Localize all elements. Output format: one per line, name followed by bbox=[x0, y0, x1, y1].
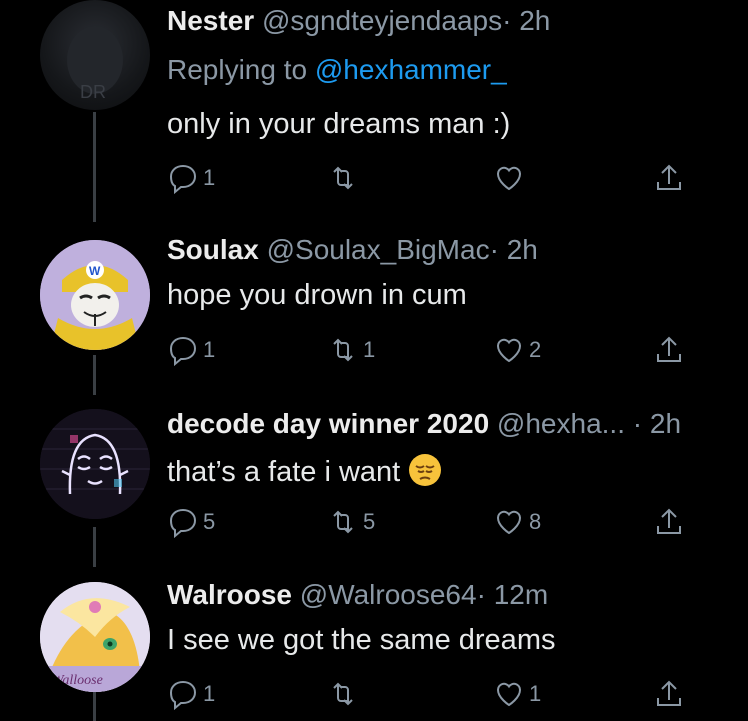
reply-button[interactable]: 1 bbox=[167, 676, 215, 712]
tweet-actions: 5 5 8 bbox=[167, 504, 707, 540]
share-icon bbox=[657, 680, 681, 706]
share-button[interactable] bbox=[653, 504, 685, 540]
reply-count: 1 bbox=[203, 681, 216, 706]
user-handle[interactable]: @Soulax_BigMac bbox=[267, 234, 490, 265]
timestamp[interactable]: 2h bbox=[507, 234, 538, 265]
mention-link[interactable]: @hexhammer_ bbox=[315, 54, 507, 85]
tweet-actions: 1 bbox=[167, 160, 707, 196]
tweet[interactable]: Walloose Walroose @Walroose64· 12m I see… bbox=[0, 570, 748, 721]
retweet-count: 5 bbox=[363, 509, 376, 534]
retweet-button[interactable] bbox=[327, 160, 363, 196]
tweet-text: that’s a fate i want bbox=[167, 453, 442, 489]
tweet[interactable]: DR Nester @sgndteyjendaaps· 2h Replying … bbox=[0, 0, 748, 215]
retweet-icon bbox=[333, 166, 353, 190]
replying-to: Replying to @hexhammer_ bbox=[167, 54, 507, 86]
share-button[interactable] bbox=[653, 676, 685, 712]
reply-button[interactable]: 1 bbox=[167, 160, 215, 196]
svg-text:Walloose: Walloose bbox=[52, 673, 103, 688]
reply-count: 1 bbox=[203, 165, 216, 190]
avatar[interactable] bbox=[40, 409, 150, 519]
like-button[interactable]: 2 bbox=[493, 332, 541, 368]
tweet-actions: 1 1 bbox=[167, 676, 707, 712]
share-icon bbox=[657, 508, 681, 534]
user-handle[interactable]: @hexha... bbox=[497, 408, 625, 439]
timestamp[interactable]: 2h bbox=[519, 5, 550, 36]
avatar[interactable]: DR bbox=[40, 0, 150, 110]
user-handle[interactable]: @Walroose64 bbox=[300, 579, 477, 610]
retweet-button[interactable]: 5 bbox=[327, 504, 375, 540]
user-handle[interactable]: @sgndteyjendaaps bbox=[262, 5, 502, 36]
tweet[interactable]: W Soulax @Soulax_BigMac· 2h hope you dro… bbox=[0, 225, 748, 390]
tweet-header: Nester @sgndteyjendaaps· 2h bbox=[167, 4, 550, 38]
reply-button[interactable]: 1 bbox=[167, 332, 215, 368]
like-count: 2 bbox=[529, 337, 542, 362]
retweet-count: 1 bbox=[363, 337, 376, 362]
avatar[interactable]: W bbox=[40, 240, 150, 350]
share-icon bbox=[657, 164, 681, 190]
timestamp[interactable]: 2h bbox=[650, 408, 681, 439]
share-button[interactable] bbox=[653, 332, 685, 368]
heart-icon bbox=[496, 682, 522, 707]
like-button[interactable]: 8 bbox=[493, 504, 541, 540]
display-name[interactable]: decode day winner 2020 bbox=[167, 408, 489, 439]
like-count: 8 bbox=[529, 509, 542, 534]
tweet-text: hope you drown in cum bbox=[167, 279, 467, 311]
share-button[interactable] bbox=[653, 160, 685, 196]
display-name[interactable]: Walroose bbox=[167, 579, 292, 610]
reply-count: 1 bbox=[203, 337, 216, 362]
reply-button[interactable]: 5 bbox=[167, 504, 215, 540]
retweet-button[interactable]: 1 bbox=[327, 332, 375, 368]
display-name[interactable]: Soulax bbox=[167, 234, 259, 265]
separator-dot: · bbox=[476, 579, 486, 610]
retweet-button[interactable] bbox=[327, 676, 363, 712]
svg-text:DR: DR bbox=[80, 82, 106, 102]
like-button[interactable]: 1 bbox=[493, 676, 541, 712]
tweet-header: Walroose @Walroose64· 12m bbox=[167, 578, 548, 612]
tweet-text-content: that’s a fate i want bbox=[167, 456, 401, 488]
heart-icon bbox=[496, 166, 522, 191]
tweet[interactable]: decode day winner 2020 @hexha... · 2h th… bbox=[0, 397, 748, 562]
svg-text:W: W bbox=[89, 264, 101, 278]
tweet-header: decode day winner 2020 @hexha... · 2h bbox=[167, 407, 681, 441]
tweet-actions: 1 1 2 bbox=[167, 332, 707, 368]
heart-icon bbox=[496, 510, 522, 535]
replying-prefix: Replying to bbox=[167, 54, 308, 85]
retweet-icon bbox=[333, 338, 353, 362]
reply-icon bbox=[169, 508, 197, 538]
pensive-face-emoji-icon bbox=[409, 454, 442, 486]
retweet-icon bbox=[333, 510, 353, 534]
separator-dot: · bbox=[489, 234, 499, 265]
separator-dot: · bbox=[632, 408, 643, 439]
timestamp[interactable]: 12m bbox=[494, 579, 548, 610]
share-icon bbox=[657, 336, 681, 362]
like-button[interactable] bbox=[493, 160, 529, 196]
like-count: 1 bbox=[529, 681, 542, 706]
reply-icon bbox=[169, 680, 197, 710]
tweet-header: Soulax @Soulax_BigMac· 2h bbox=[167, 233, 538, 267]
heart-icon bbox=[496, 338, 522, 363]
tweet-text: only in your dreams man :) bbox=[167, 108, 511, 140]
separator-dot: · bbox=[502, 5, 512, 36]
display-name[interactable]: Nester bbox=[167, 5, 254, 36]
reply-icon bbox=[169, 336, 197, 366]
retweet-icon bbox=[333, 682, 353, 706]
tweet-text: I see we got the same dreams bbox=[167, 624, 556, 656]
reply-icon bbox=[169, 164, 197, 194]
avatar[interactable]: Walloose bbox=[40, 582, 150, 692]
reply-count: 5 bbox=[203, 509, 216, 534]
